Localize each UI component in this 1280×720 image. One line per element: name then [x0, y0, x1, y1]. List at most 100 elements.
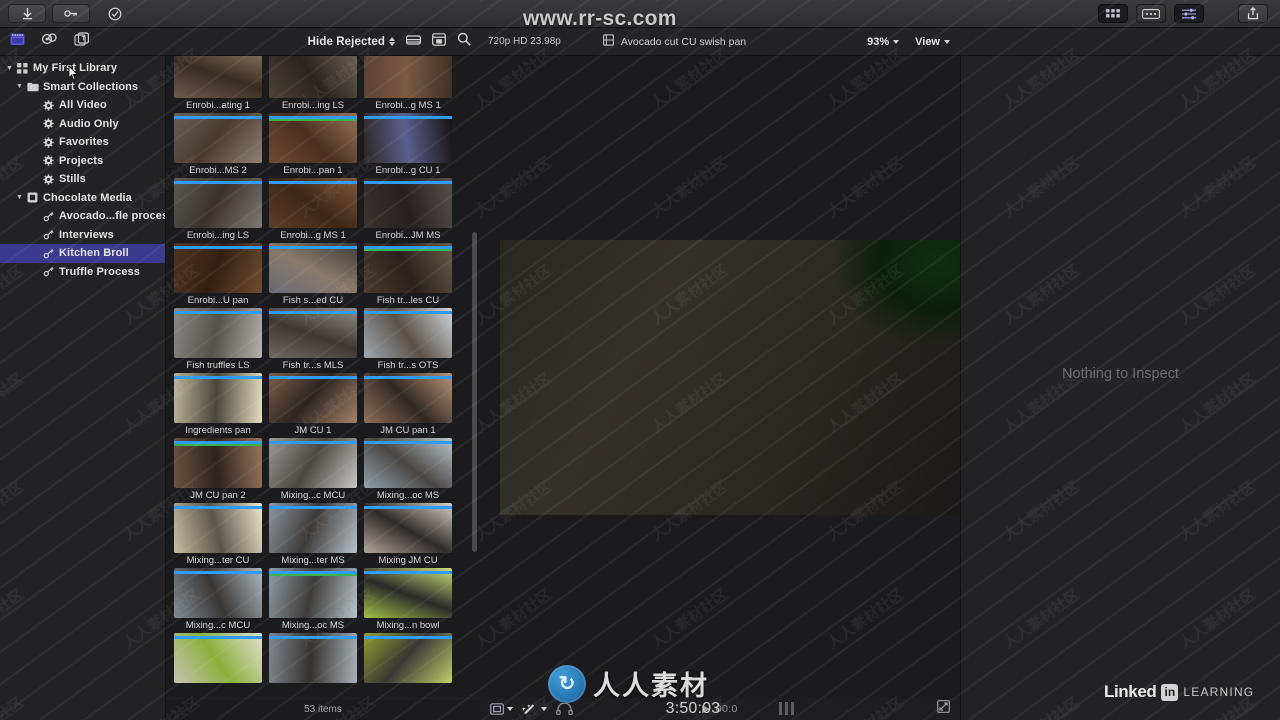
clip-item[interactable]: Enrobi...MS 2	[174, 113, 262, 176]
clip-thumbnail[interactable]	[174, 178, 262, 228]
clip-thumbnail[interactable]	[174, 56, 262, 98]
pause-icon[interactable]	[779, 702, 794, 715]
clip-item[interactable]	[174, 633, 262, 685]
sidebar-item-all-video[interactable]: All Video	[0, 96, 165, 115]
clip-item[interactable]: Mixing...c MCU	[174, 568, 262, 631]
timeline-pane-button[interactable]	[1136, 4, 1166, 23]
sidebar-item-interviews[interactable]: Interviews	[0, 226, 165, 245]
clip-thumbnail[interactable]	[364, 56, 452, 98]
clip-thumbnail[interactable]	[269, 503, 357, 553]
clip-item[interactable]	[269, 633, 357, 685]
clip-item[interactable]: Mixing...ter MS	[269, 503, 357, 566]
clip-thumbnail[interactable]	[174, 633, 262, 683]
clip-thumbnail[interactable]	[269, 178, 357, 228]
clip-thumbnail[interactable]	[269, 243, 357, 293]
check-circle-icon[interactable]	[96, 4, 134, 23]
inspector-pane[interactable]: Nothing to Inspect	[960, 56, 1280, 720]
sidebar-item-avocado-fle-process[interactable]: Avocado...fle process	[0, 207, 165, 226]
disclosure-triangle-icon[interactable]: ▼	[4, 65, 15, 72]
sidebar-item-chocolate-media[interactable]: ▼ Chocolate Media	[0, 189, 165, 208]
titles-generators-icon[interactable]: T	[74, 32, 91, 51]
sidebar-item-truffle-process[interactable]: Truffle Process	[0, 263, 165, 282]
clip-thumbnail[interactable]	[364, 243, 452, 293]
clip-thumbnail[interactable]	[364, 568, 452, 618]
clip-thumbnail[interactable]	[269, 568, 357, 618]
clip-thumbnail[interactable]	[364, 113, 452, 163]
clip-thumbnail[interactable]	[269, 373, 357, 423]
disclosure-triangle-icon[interactable]: ▼	[14, 83, 25, 90]
clip-thumbnail[interactable]	[364, 373, 452, 423]
clip-item[interactable]: Enrobi...U pan	[174, 243, 262, 306]
clip-thumbnail[interactable]	[269, 438, 357, 488]
clip-thumbnail[interactable]	[364, 633, 452, 683]
clip-item[interactable]: Enrobi...JM MS	[364, 178, 452, 241]
sidebar-item-favorites[interactable]: Favorites	[0, 133, 165, 152]
libraries-sidebar[interactable]: ▼ My First Library ▼ Smart Collections All V…	[0, 56, 166, 720]
clip-item[interactable]: Fish tr...s MLS	[269, 308, 357, 371]
clip-item[interactable]: JM CU pan 1	[364, 373, 452, 436]
clip-thumbnail[interactable]	[269, 56, 357, 98]
sidebar-item-audio-only[interactable]: Audio Only	[0, 115, 165, 134]
filmstrip-view-icon[interactable]	[406, 33, 422, 51]
zoom-level-popup[interactable]: 93%	[867, 36, 900, 48]
clip-browser[interactable]: Enrobi...ating 1 Enrobi...ing LS Enrobi...…	[166, 56, 480, 698]
clip-item[interactable]: Enrobi...ating 1	[174, 56, 262, 111]
clip-item[interactable]: Enrobi...ing LS	[174, 178, 262, 241]
clip-thumbnail[interactable]	[269, 113, 357, 163]
clip-thumbnail[interactable]	[364, 503, 452, 553]
clip-item[interactable]: Mixing...n bowl	[364, 568, 452, 631]
clip-item[interactable]: Ingredients pan	[174, 373, 262, 436]
filter-popup[interactable]: Hide Rejected	[308, 36, 395, 48]
clip-thumbnail[interactable]	[364, 438, 452, 488]
clip-item[interactable]: Enrobi...g MS 1	[364, 56, 452, 111]
clip-item[interactable]: Fish tr...les CU	[364, 243, 452, 306]
photos-audio-icon[interactable]	[41, 32, 58, 51]
clip-thumbnail[interactable]	[174, 438, 262, 488]
download-icon[interactable]	[8, 4, 46, 23]
clip-thumbnail[interactable]	[174, 308, 262, 358]
libraries-icon[interactable]	[10, 32, 25, 51]
learning-wordmark: LEARNING	[1183, 685, 1255, 699]
clip-item[interactable]: Fish tr...s OTS	[364, 308, 452, 371]
clip-item[interactable]: Mixing...ter CU	[174, 503, 262, 566]
clip-item[interactable]: Mixing JM CU	[364, 503, 452, 566]
search-icon[interactable]	[457, 32, 471, 51]
title-bar-left-controls	[0, 4, 134, 23]
key-icon[interactable]	[52, 4, 90, 23]
clip-item[interactable]: JM CU pan 2	[174, 438, 262, 501]
clip-thumbnail[interactable]	[174, 503, 262, 553]
clip-thumbnail[interactable]	[174, 113, 262, 163]
clip-item[interactable]: Enrobi...pan 1	[269, 113, 357, 176]
sidebar-item-smart-collections[interactable]: ▼ Smart Collections	[0, 78, 165, 97]
clip-item[interactable]: Fish truffles LS	[174, 308, 262, 371]
viewer-pane[interactable]	[480, 56, 1009, 698]
clip-item[interactable]: Mixing...oc MS	[269, 568, 357, 631]
inspector-pane-button[interactable]	[1174, 4, 1204, 23]
browser-scrollbar[interactable]	[472, 232, 477, 552]
clip-thumbnail[interactable]	[174, 373, 262, 423]
sidebar-item-kitchen-broll[interactable]: Kitchen Broll	[0, 244, 165, 263]
sidebar-item-stills[interactable]: Stills	[0, 170, 165, 189]
clip-item[interactable]: JM CU 1	[269, 373, 357, 436]
sidebar-item-my-first-library[interactable]: ▼ My First Library	[0, 59, 165, 78]
clip-thumbnail[interactable]	[174, 243, 262, 293]
clip-item[interactable]: Mixing...c MCU	[269, 438, 357, 501]
share-button[interactable]	[1238, 4, 1268, 23]
browser-pane-button[interactable]	[1098, 4, 1128, 23]
clip-item[interactable]: Mixing...oc MS	[364, 438, 452, 501]
clip-item[interactable]: Enrobi...ing LS	[269, 56, 357, 111]
clip-thumbnail[interactable]	[174, 568, 262, 618]
clip-thumbnail[interactable]	[364, 308, 452, 358]
sidebar-item-projects[interactable]: Projects	[0, 152, 165, 171]
clip-thumbnail[interactable]	[269, 308, 357, 358]
list-view-icon[interactable]	[432, 32, 446, 51]
clip-item[interactable]	[364, 633, 452, 685]
disclosure-triangle-icon[interactable]: ▼	[14, 194, 25, 201]
view-options-popup[interactable]: View	[915, 36, 950, 48]
clip-thumbnail[interactable]	[364, 178, 452, 228]
clip-item[interactable]: Enrobi...g CU 1	[364, 113, 452, 176]
clip-thumbnail[interactable]	[269, 633, 357, 683]
clip-item[interactable]: Enrobi...g MS 1	[269, 178, 357, 241]
clip-item[interactable]: Fish s...ed CU	[269, 243, 357, 306]
thumbnail-image	[174, 503, 262, 553]
